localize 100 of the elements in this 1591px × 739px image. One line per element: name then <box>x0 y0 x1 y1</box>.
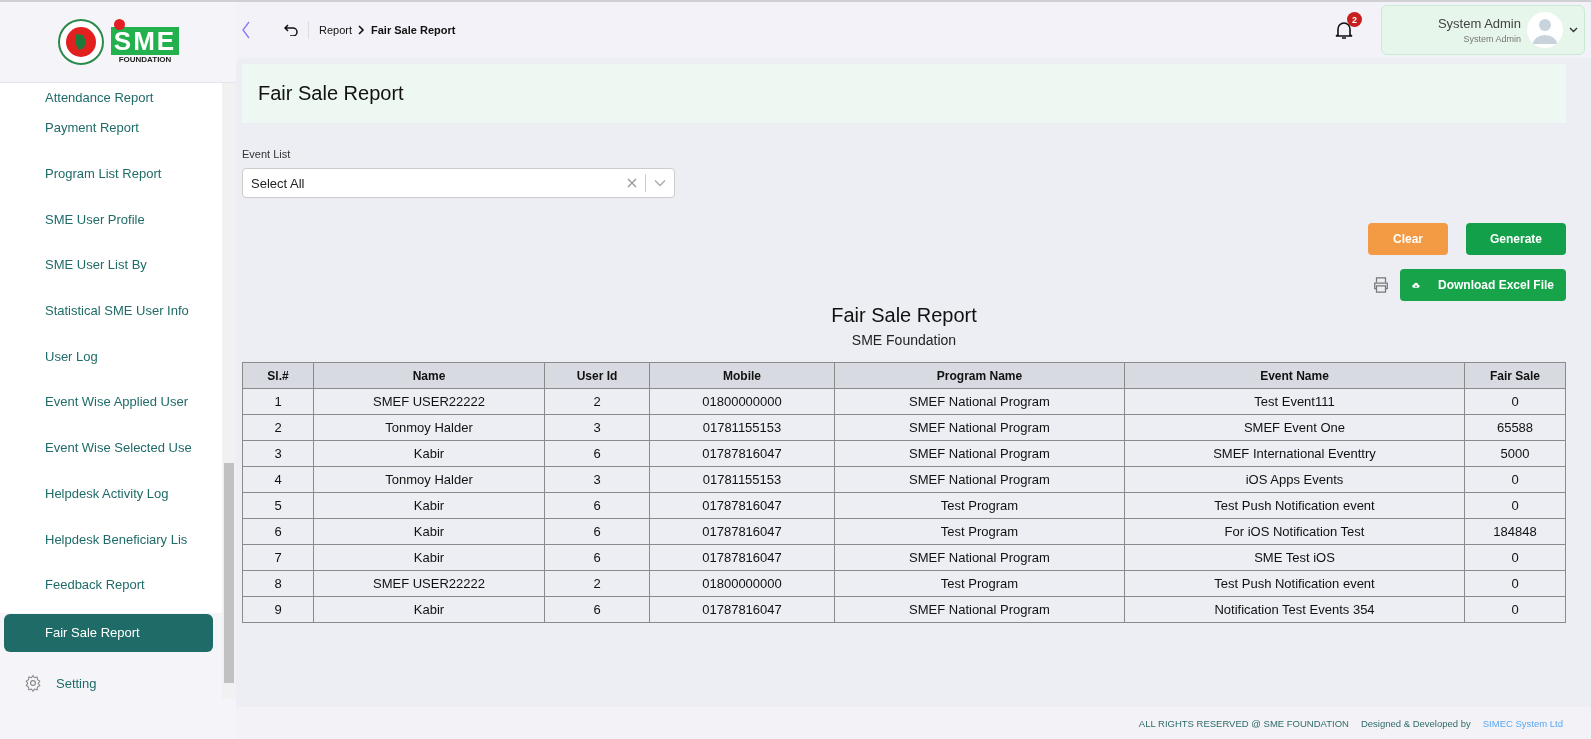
table-cell: SMEF National Program <box>834 440 1125 467</box>
table-cell: 0 <box>1464 388 1566 415</box>
table-cell: 5 <box>242 492 314 519</box>
column-header: Name <box>313 362 545 389</box>
table-cell: 01800000000 <box>649 570 835 597</box>
report-title: Fair Sale Report <box>831 304 977 327</box>
sidebar-item[interactable]: SME User Profile <box>4 196 213 243</box>
table-cell: 01787816047 <box>649 544 835 571</box>
generate-button[interactable]: Generate <box>1466 223 1566 255</box>
column-header: Sl.# <box>242 362 314 389</box>
table-cell: 184848 <box>1464 518 1566 545</box>
table-cell: SMEF National Program <box>834 414 1125 441</box>
copyright-text: ALL RIGHTS RESERVED @ SME FOUNDATION <box>1138 717 1349 729</box>
collapse-icon[interactable] <box>242 21 250 39</box>
table-cell: 01787816047 <box>649 596 835 623</box>
logo: SME FOUNDATION <box>110 20 180 64</box>
table-cell: 0 <box>1464 544 1566 571</box>
event-list-select[interactable]: Select All <box>242 168 675 198</box>
chevron-down-icon[interactable] <box>1569 27 1578 33</box>
table-cell: 0 <box>1464 492 1566 519</box>
sidebar-item[interactable]: Feedback Report <box>4 561 213 608</box>
table-cell: 6 <box>242 518 314 545</box>
bell-icon[interactable] <box>1335 20 1353 40</box>
sidebar-item[interactable]: Helpdesk Activity Log <box>4 470 213 517</box>
table-cell: 01781155153 <box>649 414 835 441</box>
table-cell: 2 <box>544 388 650 415</box>
sidebar-item[interactable]: Program List Report <box>4 150 213 197</box>
table-cell: 2 <box>242 414 314 441</box>
table-cell: 6 <box>544 544 650 571</box>
breadcrumb-current: Fair Sale Report <box>371 24 456 36</box>
table-cell: 7 <box>242 544 314 571</box>
column-header: Mobile <box>649 362 835 389</box>
table-cell: SMEF National Program <box>834 596 1125 623</box>
table-cell: Test Program <box>834 518 1125 545</box>
table-cell: 9 <box>242 596 314 623</box>
table-cell: 01800000000 <box>649 388 835 415</box>
table-cell: 2 <box>544 570 650 597</box>
field-label: Event List <box>242 148 292 160</box>
table-cell: 1 <box>242 388 314 415</box>
user-name: System Admin <box>1437 16 1521 31</box>
table-cell: iOS Apps Events <box>1124 466 1465 493</box>
table-cell: 6 <box>544 440 650 467</box>
sidebar-item[interactable]: Event Wise Selected Use <box>4 424 213 471</box>
sidebar-item[interactable]: Setting <box>56 675 97 691</box>
table-cell: SMEF Event One <box>1124 414 1465 441</box>
table-cell: Kabir <box>313 492 545 519</box>
table-cell: 3 <box>544 414 650 441</box>
table-cell: Test Program <box>834 570 1125 597</box>
table-cell: Kabir <box>313 518 545 545</box>
back-icon[interactable] <box>284 24 298 36</box>
table-cell: 5000 <box>1464 440 1566 467</box>
table-cell: Kabir <box>313 544 545 571</box>
table-cell: For iOS Notification Test <box>1124 518 1465 545</box>
table-cell: 0 <box>1464 570 1566 597</box>
table-cell: 8 <box>242 570 314 597</box>
table-cell: 3 <box>544 466 650 493</box>
table-cell: Kabir <box>313 596 545 623</box>
table-cell: 01781155153 <box>649 466 835 493</box>
table-cell: 3 <box>242 440 314 467</box>
user-role: System Admin <box>1463 34 1521 44</box>
table-cell: 4 <box>242 466 314 493</box>
table-cell: Test Push Notification event <box>1124 570 1465 597</box>
table-cell: 0 <box>1464 596 1566 623</box>
table-cell: Tonmoy Halder <box>313 414 545 441</box>
table-cell: Test Program <box>834 492 1125 519</box>
settings-icon <box>24 674 42 692</box>
table-cell: SME Test iOS <box>1124 544 1465 571</box>
table-cell: Test Push Notification event <box>1124 492 1465 519</box>
report-subtitle: SME Foundation <box>851 332 957 348</box>
printer-icon[interactable] <box>1372 276 1390 294</box>
column-header: Program Name <box>834 362 1125 389</box>
sidebar-item[interactable]: Helpdesk Beneficiary Lis <box>4 516 213 562</box>
notification-badge: 2 <box>1347 12 1362 27</box>
table-cell: 6 <box>544 518 650 545</box>
user-menu[interactable]: System Admin System Admin <box>1381 5 1585 55</box>
sidebar-item[interactable]: Payment Report <box>4 105 213 151</box>
table-cell: 6 <box>544 596 650 623</box>
sidebar-item[interactable]: User Log <box>4 333 213 380</box>
table-cell: 0 <box>1464 466 1566 493</box>
column-header: Fair Sale <box>1464 362 1566 389</box>
table-cell: SMEF National Program <box>834 466 1125 493</box>
sidebar-item[interactable]: Fair Sale Report <box>4 613 213 652</box>
table-cell: 01787816047 <box>649 440 835 467</box>
sidebar-item[interactable]: SME User List By <box>4 242 213 288</box>
column-header: Event Name <box>1124 362 1465 389</box>
credit-text: Designed & Developed by <box>1360 717 1471 729</box>
table-cell: Tonmoy Halder <box>313 466 545 493</box>
sidebar-item[interactable]: Event Wise Applied User <box>4 379 213 425</box>
avatar-icon <box>1527 12 1563 48</box>
sidebar-item[interactable]: Statistical SME User Info <box>4 287 213 334</box>
table-cell: 65588 <box>1464 414 1566 441</box>
table-cell: 6 <box>544 492 650 519</box>
table-cell: SMEF National Program <box>834 388 1125 415</box>
clear-icon[interactable] <box>627 178 637 188</box>
breadcrumb-link[interactable]: Report <box>319 24 353 36</box>
table-cell: Notification Test Events 354 <box>1124 596 1465 623</box>
chevron-right-icon <box>358 25 366 35</box>
column-header: User Id <box>544 362 650 389</box>
emblem-icon <box>56 18 105 66</box>
sidebar-item[interactable]: Attendance Report <box>4 83 213 105</box>
